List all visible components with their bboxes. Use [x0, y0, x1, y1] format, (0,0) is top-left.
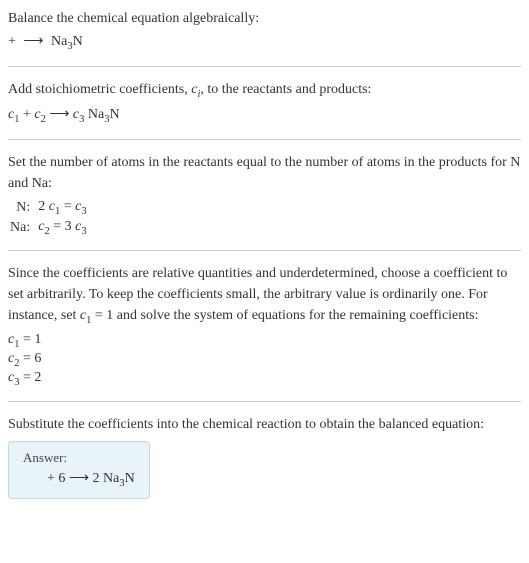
- unbalanced-equation: + ⟶ Na3N: [8, 33, 521, 52]
- answer-label: Answer:: [23, 450, 135, 466]
- elem-label: N:: [8, 198, 36, 218]
- product-n: N: [73, 34, 83, 49]
- elem-equation: 2 c1 = c3: [36, 198, 92, 218]
- eq-plus: +: [8, 34, 19, 49]
- coef-line: c2 = 6: [8, 351, 521, 369]
- section-answer: Substitute the coefficients into the che…: [8, 414, 521, 512]
- product-na: Na: [51, 34, 67, 49]
- balance-instruction: Set the number of atoms in the reactants…: [8, 152, 521, 194]
- section-atom-balance: Set the number of atoms in the reactants…: [8, 152, 521, 251]
- table-row: N: 2 c1 = c3: [8, 198, 93, 218]
- coef-instruction: Add stoichiometric coefficients, ci, to …: [8, 79, 521, 103]
- arrow-icon: ⟶: [23, 33, 43, 50]
- coef-line: c3 = 2: [8, 370, 521, 388]
- section-solve: Since the coefficients are relative quan…: [8, 263, 521, 402]
- problem-statement: Balance the chemical equation algebraica…: [8, 8, 521, 29]
- ans-rhs: 2 Na: [92, 471, 119, 486]
- answer-box: Answer: + 6 ⟶ 2 Na3N: [8, 441, 150, 500]
- prod-na: Na: [84, 107, 104, 122]
- table-row: Na: c2 = 3 c3: [8, 218, 93, 238]
- ans-arrow: ⟶: [69, 471, 93, 486]
- balanced-equation: + 6 ⟶ 2 Na3N: [23, 470, 135, 489]
- solve-instruction: Since the coefficients are relative quan…: [8, 263, 521, 329]
- coef-line: c1 = 1: [8, 332, 521, 350]
- arrow-text: ⟶: [46, 107, 73, 122]
- plus: +: [19, 107, 34, 122]
- elem-equation: c2 = 3 c3: [36, 218, 92, 238]
- coef-equation: c1 + c2 ⟶ c3 Na3N: [8, 106, 521, 125]
- coef-solutions: c1 = 1 c2 = 6 c3 = 2: [8, 332, 521, 387]
- section-coefficients: Add stoichiometric coefficients, ci, to …: [8, 79, 521, 140]
- section-problem: Balance the chemical equation algebraica…: [8, 8, 521, 67]
- elem-label: Na:: [8, 218, 36, 238]
- ans-n: N: [125, 471, 135, 486]
- substitute-instruction: Substitute the coefficients into the che…: [8, 414, 521, 435]
- prod-n: N: [109, 107, 119, 122]
- atom-balance-table: N: 2 c1 = c3 Na: c2 = 3 c3: [8, 198, 93, 238]
- ans-lhs: + 6: [47, 471, 69, 486]
